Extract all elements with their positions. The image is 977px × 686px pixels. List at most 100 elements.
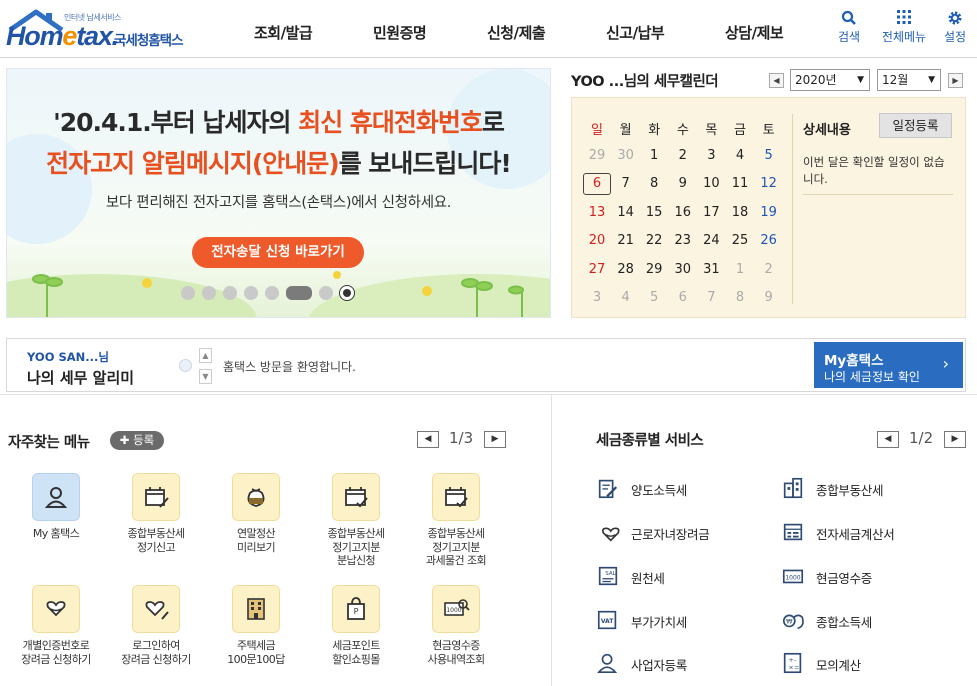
calendar-day[interactable]: 22 bbox=[640, 233, 668, 248]
hometax-logo[interactable]: 인터넷 납세서비스 Hometax. 국세청홈택스 bbox=[6, 4, 196, 52]
slide-dot[interactable] bbox=[223, 286, 237, 300]
month-select[interactable]: 12월 ▼ bbox=[877, 69, 941, 91]
slide-stop-button[interactable] bbox=[340, 286, 354, 300]
alert-message: 홈택스 방문을 환영합니다. bbox=[223, 360, 356, 374]
search-button[interactable]: 검색 bbox=[826, 10, 872, 45]
calendar-day[interactable]: 9 bbox=[669, 176, 697, 191]
add-favorite-button[interactable]: ✚ 등록 bbox=[110, 431, 164, 450]
calendar-pen-icon bbox=[132, 473, 180, 521]
heart-hand-icon bbox=[602, 527, 620, 542]
favorites-page: 1/3 bbox=[449, 429, 474, 447]
weekday-header: 월 bbox=[619, 123, 632, 138]
nav-consult[interactable]: 상담/제보 bbox=[725, 22, 784, 43]
chevron-down-icon: ▼ bbox=[857, 75, 864, 85]
calendar-day[interactable]: 9 bbox=[755, 290, 783, 305]
calendar-day[interactable]: 3 bbox=[583, 290, 611, 305]
favorite-menu-item[interactable]: 주택세금 100문100답 bbox=[210, 585, 302, 666]
nav-report-pay[interactable]: 신고/납부 bbox=[606, 22, 665, 43]
year-select[interactable]: 2020년 ▼ bbox=[790, 69, 870, 91]
favorites-next-button[interactable]: ▶ bbox=[484, 431, 506, 448]
calendar-day[interactable]: 6 bbox=[669, 290, 697, 305]
favorite-menu-item[interactable]: 종합부동산세 정기고지분 분납신청 bbox=[310, 473, 402, 568]
calendar-day[interactable]: 18 bbox=[726, 205, 754, 220]
calendar-day[interactable]: 11 bbox=[726, 176, 754, 191]
calendar-day[interactable]: 27 bbox=[583, 262, 611, 277]
calendar-day[interactable]: 5 bbox=[640, 290, 668, 305]
calendar-day[interactable]: 10 bbox=[697, 176, 725, 191]
slide-dot[interactable] bbox=[244, 286, 258, 300]
calendar-day[interactable]: 2 bbox=[669, 148, 697, 163]
calendar-day[interactable]: 30 bbox=[612, 148, 640, 163]
calendar-day[interactable]: 1 bbox=[640, 148, 668, 163]
favorite-menu-item[interactable]: P 세금포인트 할인쇼핑몰 bbox=[310, 585, 402, 666]
favorites-prev-button[interactable]: ◀ bbox=[417, 431, 439, 448]
calendar-day[interactable]: 2 bbox=[755, 262, 783, 277]
calendar-day[interactable]: 8 bbox=[640, 176, 668, 191]
calendar-day[interactable]: 23 bbox=[669, 233, 697, 248]
favorite-menu-item[interactable]: My 홈택스 bbox=[10, 473, 102, 541]
favorite-menu-item[interactable]: 개별인증번호로 장려금 신청하기 bbox=[10, 585, 102, 666]
calendar-day[interactable]: 4 bbox=[612, 290, 640, 305]
schedule-register-button[interactable]: 일정등록 bbox=[879, 113, 952, 138]
tax-next-button[interactable]: ▶ bbox=[944, 431, 966, 448]
all-menu-button[interactable]: 전체메뉴 bbox=[878, 10, 930, 45]
settings-button[interactable]: 설정 bbox=[932, 10, 977, 45]
calendar-day[interactable]: 17 bbox=[697, 205, 725, 220]
slide-dot[interactable] bbox=[181, 286, 195, 300]
detail-divider bbox=[803, 194, 953, 195]
calendar-day[interactable]: 12 bbox=[755, 176, 783, 191]
calendar-day[interactable]: 1 bbox=[726, 262, 754, 277]
calendar-day[interactable]: 6 bbox=[583, 173, 611, 195]
favorite-menu-item[interactable]: 1000 현금영수증 사용내역조회 bbox=[410, 585, 502, 666]
calendar-day[interactable]: 25 bbox=[726, 233, 754, 248]
nav-certificate[interactable]: 민원증명 bbox=[373, 22, 427, 43]
slide-dot[interactable] bbox=[265, 286, 279, 300]
buildings-icon bbox=[783, 477, 803, 499]
calendar-day[interactable]: 7 bbox=[697, 290, 725, 305]
calendar-day[interactable]: 7 bbox=[612, 176, 640, 191]
favorite-menu-label: 로그인하여 장려금 신청하기 bbox=[121, 639, 191, 666]
calendar-day[interactable]: 19 bbox=[755, 205, 783, 220]
alert-prev-button[interactable]: ▲ bbox=[199, 348, 212, 363]
e-delivery-apply-button[interactable]: 전자송달 신청 바로가기 bbox=[192, 237, 364, 268]
calendar-day[interactable]: 21 bbox=[612, 233, 640, 248]
calendar-day[interactable]: 3 bbox=[697, 148, 725, 163]
nav-application[interactable]: 신청/제출 bbox=[487, 22, 546, 43]
favorite-menu-item[interactable]: 종합부동산세 정기신고 bbox=[110, 473, 202, 554]
calendar-day[interactable]: 13 bbox=[583, 205, 611, 220]
calendar-day[interactable]: 31 bbox=[697, 262, 725, 277]
my-hometax-button[interactable]: My홈택스 나의 세금정보 확인 › bbox=[814, 342, 963, 388]
calendar-day[interactable]: 8 bbox=[726, 290, 754, 305]
svg-text:=: = bbox=[794, 663, 799, 671]
calendar-day[interactable]: 16 bbox=[669, 205, 697, 220]
tax-services-title: 세금종류별 서비스 bbox=[596, 433, 704, 449]
logo-wordmark: Hometax. bbox=[6, 21, 119, 51]
nav-inquiry[interactable]: 조회/발급 bbox=[254, 22, 313, 43]
svg-text:1000: 1000 bbox=[446, 607, 461, 614]
calendar-day[interactable]: 24 bbox=[697, 233, 725, 248]
next-month-button[interactable]: ▶ bbox=[948, 73, 963, 88]
weekday-header: 화 bbox=[648, 123, 661, 138]
calendar-day[interactable]: 29 bbox=[640, 262, 668, 277]
prev-year-button[interactable]: ◀ bbox=[769, 73, 784, 88]
calendar-day[interactable]: 26 bbox=[755, 233, 783, 248]
favorite-menu-item[interactable]: 로그인하여 장려금 신청하기 bbox=[110, 585, 202, 666]
calendar-day[interactable]: 15 bbox=[640, 205, 668, 220]
invoice-icon bbox=[783, 523, 803, 541]
calendar-day[interactable]: 5 bbox=[755, 148, 783, 163]
tax-prev-button[interactable]: ◀ bbox=[877, 431, 899, 448]
slide-dot[interactable] bbox=[286, 286, 312, 300]
calendar-day[interactable]: 4 bbox=[726, 148, 754, 163]
slide-dot[interactable] bbox=[202, 286, 216, 300]
slide-dot[interactable] bbox=[319, 286, 333, 300]
notice-banner[interactable]: '20.4.1.부터 납세자의 최신 휴대전화번호로 전자고지 알림메시지(안내… bbox=[6, 68, 551, 318]
calendar-day[interactable]: 14 bbox=[612, 205, 640, 220]
alert-next-button[interactable]: ▼ bbox=[199, 369, 212, 384]
calendar-day[interactable]: 20 bbox=[583, 233, 611, 248]
calendar-day[interactable]: 28 bbox=[612, 262, 640, 277]
shopping-bag-icon: P bbox=[332, 585, 380, 633]
favorite-menu-item[interactable]: 연말정산 미리보기 bbox=[210, 473, 302, 554]
calendar-day[interactable]: 29 bbox=[583, 148, 611, 163]
favorite-menu-item[interactable]: 종합부동산세 정기고지분 과세물건 조회 bbox=[410, 473, 502, 568]
calendar-day[interactable]: 30 bbox=[669, 262, 697, 277]
